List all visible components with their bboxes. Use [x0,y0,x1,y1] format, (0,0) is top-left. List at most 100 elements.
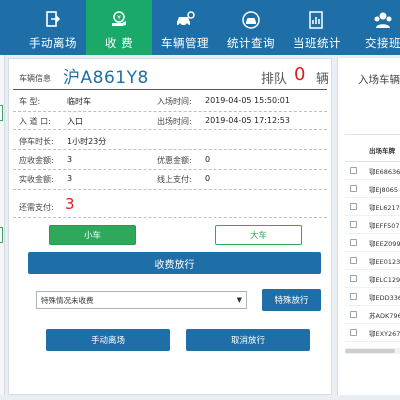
row-checkbox[interactable] [350,257,357,264]
scrollbar-thumb[interactable] [345,349,395,353]
table-row[interactable]: 鄂EE0123 [345,252,400,270]
nav-manual-exit[interactable]: 手动离场 [20,0,86,55]
panel-title: 入场车辆 [358,74,400,86]
queue-unit: 辆 [316,72,330,87]
special-case-value: 特殊情况未收费 [41,295,94,305]
row-checkbox[interactable] [350,185,357,192]
payment-panel: 车辆信息 沪A861Y8 排队 0 辆 车 型: 临时车 入场时间: 2019-… [8,58,332,395]
car-gear-icon [152,11,218,27]
table-row[interactable]: 鄂EEZ099Z [345,234,400,252]
plate-cell: 苏ADK796 [369,312,400,320]
plate-number: 沪A861Y8 [63,68,149,88]
exit-time-label: 出场时间: [157,117,192,126]
nav-label: 统计查询 [227,36,275,50]
nav-statistics-query[interactable]: 统计查询 [218,0,284,55]
row-checkbox[interactable] [350,221,357,228]
small-car-button[interactable]: 小车 [49,225,136,245]
payment-icon: ¥ [86,11,152,27]
group-icon [350,11,400,28]
queue-count: 0 [294,64,306,85]
online-pay-label: 线上支付: [157,175,192,184]
table-row[interactable]: 鄂EL6217 [345,198,400,216]
entrance-label: 入 道 口: [19,117,51,126]
divider [13,111,327,112]
queue-label: 排队 [261,72,288,87]
table-row[interactable]: 鄂EDD336 [345,288,400,306]
sidebar-marker [0,227,3,243]
special-release-button[interactable]: 特殊放行 [262,289,321,311]
cancel-release-button[interactable]: 取消放行 [186,329,310,351]
table-row[interactable]: 鄂EJ8065 [345,180,400,198]
nav-label: 车辆管理 [161,36,209,50]
row-checkbox[interactable] [350,239,357,246]
nav-label: 交接班 [365,36,400,50]
svg-text:¥: ¥ [117,15,121,22]
left-sidebar-edge [0,55,5,395]
entrance-value: 入口 [67,117,83,126]
type-label: 车 型: [19,97,41,106]
plate-cell: 鄂EDD336 [369,294,400,302]
divider [13,89,327,90]
entry-time-value: 2019-04-05 15:50:01 [205,96,290,105]
nav-payment[interactable]: ¥ 收 费 [86,0,152,55]
chevron-down-icon: ▼ [236,296,242,304]
large-car-button[interactable]: 大车 [215,225,302,245]
nav-label: 收 费 [104,36,134,50]
charge-release-button[interactable]: 收费放行 [28,252,321,274]
discount-value: 0 [205,155,211,164]
row-checkbox[interactable] [350,203,357,210]
exit-time-value: 2019-04-05 17:12:53 [205,116,290,125]
row-checkbox[interactable] [350,329,357,336]
nav-label: 当班统计 [293,36,341,50]
online-pay-value: 0 [205,174,211,183]
report-icon [284,11,350,29]
plate-cell: 鄂EL6217 [369,204,400,212]
table-row[interactable]: 鄂E68636 [345,162,400,180]
nav-vehicle-management[interactable]: 车辆管理 [152,0,218,55]
table-header: 出场车牌 [345,134,400,162]
divider [13,189,327,190]
row-checkbox[interactable] [350,311,357,318]
plate-cell: 鄂EEZ099Z [369,240,400,248]
top-nav: 手动离场 ¥ 收 费 车辆管理 统计查询 当班统计 交接班 [0,0,400,55]
row-checkbox[interactable] [350,275,357,282]
nav-shift-statistics[interactable]: 当班统计 [284,0,350,55]
amount-due-label: 还需支付: [19,203,54,212]
sidebar-marker [0,105,3,121]
plate-cell: 鄂E68636 [369,168,400,176]
horizontal-scrollbar[interactable] [345,348,400,354]
plate-cell: 鄂ELC129 [369,276,400,284]
receivable-value: 3 [67,155,73,164]
discount-label: 优惠金额: [157,156,192,165]
table-row[interactable]: 鄂ELC129 [345,270,400,288]
vehicle-info-label: 车辆信息 [19,74,51,83]
plate-cell: 鄂EE0123 [369,258,400,266]
manual-exit-button[interactable]: 手动离场 [46,329,170,351]
divider [13,217,327,218]
received-value: 3 [67,174,73,183]
row-checkbox[interactable] [350,167,357,174]
entered-vehicles-panel: 入场车辆 出场车牌 鄂E68636 鄂EJ8065 鄂EL6217 鄂EFF50… [337,58,400,395]
table-row[interactable]: 鄂EFF507 [345,216,400,234]
row-checkbox[interactable] [350,293,357,300]
table-row[interactable]: 鄂EXY267 [345,324,400,342]
plate-cell: 鄂EXY267 [369,330,400,338]
duration-label: 停车时长: [19,137,54,146]
entry-time-label: 入场时间: [157,97,192,106]
nav-shift-handover[interactable]: 交接班 [350,0,400,55]
divider [13,129,327,130]
exit-icon [20,11,86,27]
table-row[interactable]: 苏ADK796 [345,306,400,324]
car-search-icon [218,11,284,29]
receivable-label: 应收金额: [19,156,54,165]
plate-cell: 鄂EFF507 [369,222,400,230]
divider [13,149,327,150]
column-header: 出场车牌 [369,147,395,155]
received-label: 实收金额: [19,175,54,184]
amount-due-value: 3 [65,195,75,213]
nav-label: 手动离场 [29,36,77,50]
type-value: 临时车 [67,97,91,106]
special-case-select[interactable]: 特殊情况未收费 ▼ [36,291,247,309]
plate-cell: 鄂EJ8065 [369,186,399,194]
divider [13,169,327,170]
